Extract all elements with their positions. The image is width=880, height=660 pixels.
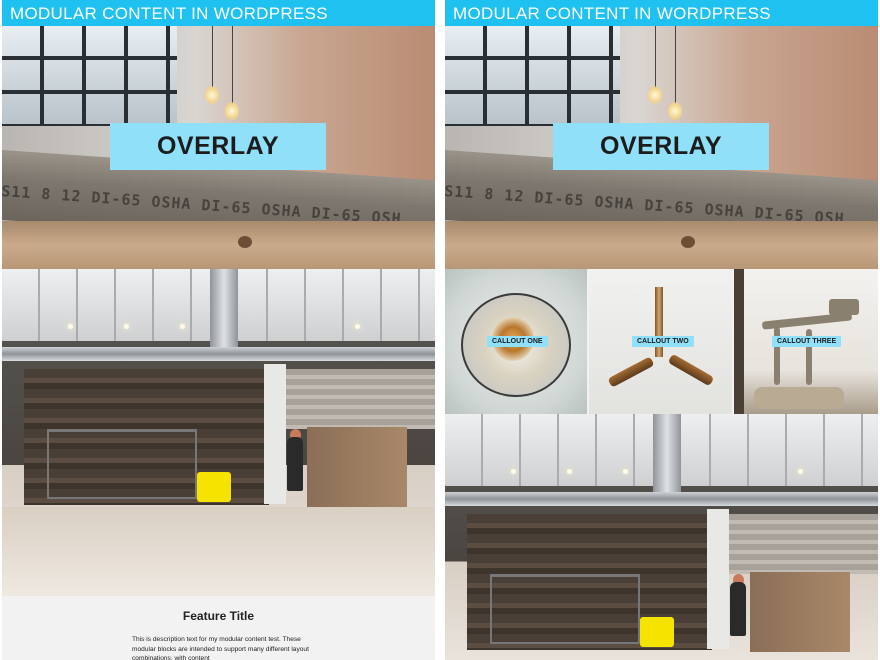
callout-three-label: CALLOUT THREE	[772, 336, 842, 347]
office-shelf	[490, 574, 640, 644]
hero-light-bulb	[668, 102, 682, 120]
callout-two-fixture-arm	[607, 356, 655, 388]
office-yellow-bucket	[197, 472, 231, 502]
hero-wood-knot	[681, 236, 695, 248]
hero-wire	[675, 26, 676, 104]
site-header-title[interactable]: MODULAR CONTENT IN WORDPRESS	[2, 0, 435, 26]
callouts-row: CALLOUT ONE CALLOUT TWO CALLOUT THREE	[445, 269, 878, 414]
feature-description: This is description text for my modular …	[132, 636, 309, 660]
hero-window-photo-detail	[2, 26, 177, 126]
office-person	[287, 437, 303, 491]
overlay-label: OVERLAY	[110, 123, 326, 170]
office-duct	[2, 347, 435, 361]
office-person	[730, 582, 746, 636]
callout-three-frame-edge	[734, 269, 744, 414]
callout-three-dinosaur-skull	[829, 299, 859, 315]
office-pillar	[264, 364, 286, 504]
hero-beam-bottom	[445, 221, 878, 269]
office-cubicle	[750, 572, 850, 652]
office-yellow-bucket	[640, 617, 674, 647]
office-ceiling-light	[798, 469, 803, 474]
office-ceiling-light	[68, 324, 73, 329]
hero-wire	[212, 26, 213, 88]
office-duct-vertical	[210, 269, 238, 347]
hero-window-photo-detail	[445, 26, 620, 126]
hero-image-block: S11 8 12 DI-65 OSHA DI-65 OSHA DI-65 OSH…	[2, 26, 435, 269]
page-view-right: MODULAR CONTENT IN WORDPRESS S11 8 12 DI…	[445, 0, 878, 660]
site-header-title[interactable]: MODULAR CONTENT IN WORDPRESS	[445, 0, 878, 26]
hero-wire	[232, 26, 233, 104]
office-brick-wall	[286, 369, 435, 429]
office-cubicle	[307, 427, 407, 507]
office-brick-wall	[729, 514, 878, 574]
office-ceiling-light	[124, 324, 129, 329]
office-ceiling-light	[623, 469, 628, 474]
office-shelf	[47, 429, 197, 499]
office-floor	[2, 507, 435, 596]
page-view-left: MODULAR CONTENT IN WORDPRESS S11 8 12 DI…	[2, 0, 435, 660]
callout-one-label: CALLOUT ONE	[487, 336, 548, 347]
overlay-label: OVERLAY	[553, 123, 769, 170]
feature-block: Feature Title This is description text f…	[2, 596, 435, 660]
office-duct	[445, 492, 878, 506]
callout-two-label: CALLOUT TWO	[632, 336, 694, 347]
office-duct-vertical	[653, 414, 681, 492]
hero-image-block: S11 8 12 DI-65 OSHA DI-65 OSHA DI-65 OSH…	[445, 26, 878, 269]
hero-light-bulb	[648, 86, 662, 104]
office-pillar	[707, 509, 729, 649]
callout-three-dinosaur-base	[754, 387, 844, 409]
callout-two-fixture-arm	[667, 353, 715, 387]
office-ceiling-light	[355, 324, 360, 329]
office-ceiling-light	[511, 469, 516, 474]
hero-light-bulb	[225, 102, 239, 120]
office-image-block	[445, 414, 878, 660]
office-image-block	[2, 269, 435, 596]
hero-wire	[655, 26, 656, 88]
feature-title: Feature Title	[182, 609, 255, 623]
hero-light-bulb	[205, 86, 219, 104]
office-ceiling-light	[180, 324, 185, 329]
office-ceiling-light	[567, 469, 572, 474]
hero-wood-knot	[238, 236, 252, 248]
callout-three-card[interactable]: CALLOUT THREE	[734, 269, 878, 414]
callout-two-card[interactable]: CALLOUT TWO	[589, 269, 732, 414]
hero-beam-bottom	[2, 221, 435, 269]
callout-one-card[interactable]: CALLOUT ONE	[445, 269, 587, 414]
